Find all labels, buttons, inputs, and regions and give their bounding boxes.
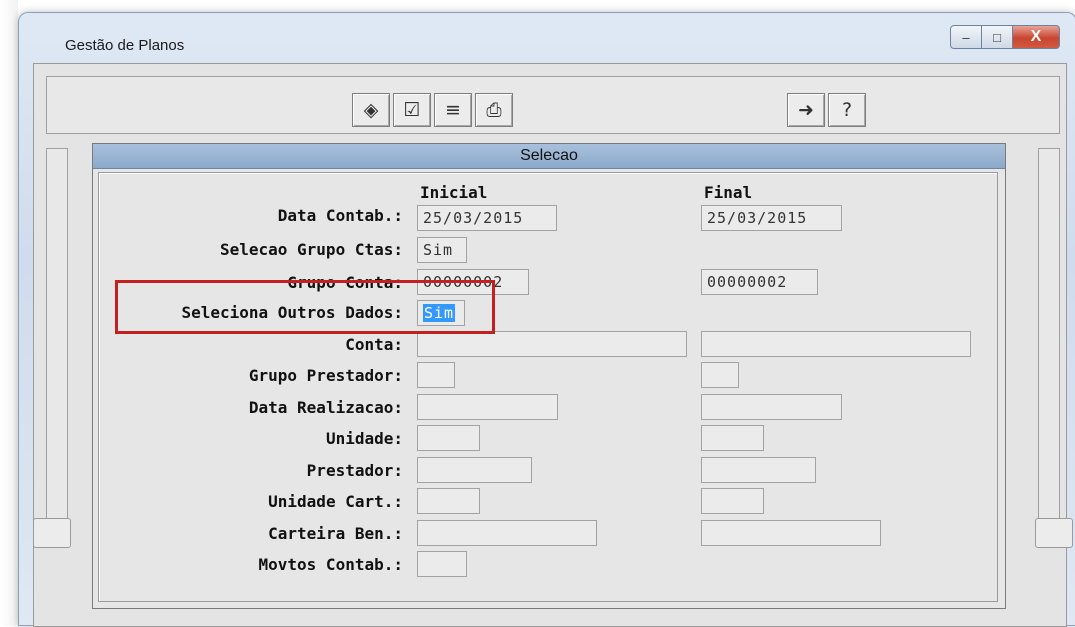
toolbar: ◈ ☑ ≡ ⎙ ➜ ? bbox=[46, 76, 1060, 134]
minimize-button[interactable]: – bbox=[950, 25, 982, 49]
carteira-ben-inicial-field[interactable] bbox=[417, 520, 597, 546]
column-header-final: Final bbox=[704, 183, 753, 202]
label-selecao-grupo-ctas: Selecao Grupo Ctas: bbox=[219, 240, 403, 259]
unidade-final-field[interactable] bbox=[701, 425, 764, 451]
dialog-title: Selecao bbox=[93, 144, 1005, 169]
label-grupo-prestador: Grupo Prestador: bbox=[248, 366, 403, 385]
grupo-conta-final-field[interactable]: 00000002 bbox=[701, 269, 818, 295]
label-movtos-contab: Movtos Contab.: bbox=[258, 555, 404, 574]
label-conta: Conta: bbox=[345, 335, 403, 354]
close-button[interactable]: X bbox=[1013, 25, 1060, 49]
grupo-prestador-final-field[interactable] bbox=[701, 362, 739, 388]
label-prestador: Prestador: bbox=[306, 461, 403, 480]
carteira-ben-final-field[interactable] bbox=[701, 520, 881, 546]
selected-text: Sim bbox=[423, 304, 456, 322]
movtos-contab-field[interactable] bbox=[417, 551, 467, 577]
exit-icon[interactable]: ➜ bbox=[787, 93, 825, 127]
prestador-inicial-field[interactable] bbox=[417, 457, 532, 483]
unidade-cart-inicial-field[interactable] bbox=[417, 488, 480, 514]
window-title: Gestão de Planos bbox=[65, 37, 185, 54]
selecao-grupo-ctas-field[interactable]: Sim bbox=[417, 237, 467, 263]
grupo-conta-inicial-field[interactable]: 00000002 bbox=[417, 269, 529, 295]
data-realizacao-final-field[interactable] bbox=[701, 394, 842, 420]
printer-icon[interactable]: ⎙ bbox=[475, 93, 513, 127]
left-side-button[interactable] bbox=[33, 518, 71, 548]
edit-icon[interactable]: ◈ bbox=[352, 93, 390, 127]
prestador-final-field[interactable] bbox=[701, 457, 816, 483]
unidade-cart-final-field[interactable] bbox=[701, 488, 764, 514]
label-unidade: Unidade: bbox=[325, 429, 403, 448]
grupo-prestador-inicial-field[interactable] bbox=[417, 362, 455, 388]
left-side-panel bbox=[46, 148, 68, 534]
checklist-icon[interactable]: ☑ bbox=[393, 93, 431, 127]
data-contab-final-field[interactable]: 25/03/2015 bbox=[701, 205, 842, 231]
data-contab-inicial-field[interactable]: 25/03/2015 bbox=[417, 205, 557, 231]
seleciona-outros-dados-field[interactable]: Sim bbox=[417, 300, 465, 326]
window-controls: – □ X bbox=[950, 25, 1060, 49]
conta-inicial-field[interactable] bbox=[417, 331, 687, 357]
conta-final-field[interactable] bbox=[701, 331, 971, 357]
unidade-inicial-field[interactable] bbox=[417, 425, 480, 451]
list-icon[interactable]: ≡ bbox=[434, 93, 472, 127]
right-side-panel bbox=[1038, 148, 1060, 534]
label-data-realizacao: Data Realizacao: bbox=[248, 398, 403, 417]
help-icon[interactable]: ? bbox=[828, 93, 866, 127]
label-grupo-conta: Grupo Conta: bbox=[287, 273, 403, 292]
data-realizacao-inicial-field[interactable] bbox=[417, 394, 558, 420]
right-side-button[interactable] bbox=[1035, 518, 1073, 548]
label-carteira-ben: Carteira Ben.: bbox=[268, 524, 403, 543]
label-data-contab: Data Contab.: bbox=[277, 206, 403, 225]
toolbar-left-group: ◈ ☑ ≡ ⎙ bbox=[352, 93, 513, 127]
label-seleciona-outros-dados: Seleciona Outros Dados: bbox=[181, 303, 403, 322]
toolbar-right-group: ➜ ? bbox=[787, 93, 866, 127]
maximize-button[interactable]: □ bbox=[982, 25, 1013, 49]
column-header-inicial: Inicial bbox=[420, 183, 488, 202]
label-unidade-cart: Unidade Cart.: bbox=[268, 492, 403, 511]
background-edge bbox=[0, 0, 18, 626]
